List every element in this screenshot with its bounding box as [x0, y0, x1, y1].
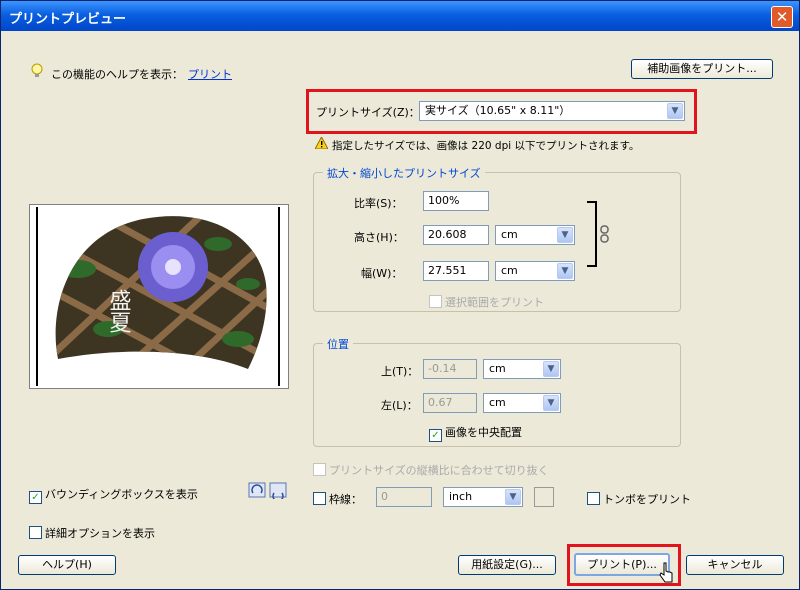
preview-image: 盛夏: [55, 216, 267, 369]
width-input[interactable]: 27.551: [423, 261, 489, 281]
cursor-icon: [659, 562, 673, 587]
chevron-down-icon[interactable]: ▼: [557, 263, 573, 279]
center-image-label: 画像を中央配置: [445, 426, 522, 439]
print-size-label: プリントサイズ(Z)：: [316, 106, 420, 119]
help-text: この機能のヘルプを表示：: [51, 68, 183, 81]
print-size-warning: 指定したサイズでは、画像は 220 dpi 以下でプリントされます。: [332, 140, 640, 152]
border-color-swatch[interactable]: [534, 487, 554, 507]
position-legend: 位置: [323, 336, 353, 352]
checkbox-box: [587, 492, 600, 505]
center-image-checkbox[interactable]: ✓ 画像を中央配置: [429, 424, 522, 442]
top-input[interactable]: -0.14: [423, 359, 477, 379]
window-title: プリントプレビュー: [9, 12, 127, 27]
chevron-down-icon[interactable]: ▼: [557, 227, 573, 243]
close-icon[interactable]: ✕: [771, 6, 793, 28]
scaled-size-legend: 拡大・縮小したプリントサイズ: [323, 165, 485, 181]
print-button[interactable]: プリント(P)...: [574, 553, 670, 576]
warning-icon: [314, 135, 329, 152]
bounding-box-checkbox[interactable]: ✓ バウンディングボックスを表示: [29, 486, 198, 504]
check-icon: ✓: [29, 491, 42, 504]
chevron-down-icon[interactable]: ▼: [505, 489, 521, 505]
lightbulb-icon: [31, 63, 43, 82]
border-width-input[interactable]: 0: [376, 487, 432, 507]
border-label: 枠線：: [329, 493, 362, 506]
height-input[interactable]: 20.608: [423, 225, 489, 245]
fit-crop-checkbox[interactable]: プリントサイズの縦横比に合わせて切り抜く: [313, 462, 549, 478]
crop-marks-checkbox[interactable]: トンボをプリント: [587, 491, 691, 507]
border-checkbox[interactable]: 枠線：: [313, 491, 362, 507]
scale-input[interactable]: 100%: [423, 191, 489, 211]
chain-link-icon[interactable]: [600, 225, 609, 246]
more-options-label: 詳細オプションを表示: [45, 527, 155, 540]
print-size-select[interactable]: 実サイズ（10.65" x 8.11"） ▼: [419, 101, 685, 121]
print-extra-images-button[interactable]: 補助画像をプリント...: [631, 59, 773, 79]
chevron-down-icon[interactable]: ▼: [667, 103, 683, 119]
width-unit-select[interactable]: cm ▼: [495, 261, 575, 281]
cancel-button[interactable]: キャンセル: [686, 555, 784, 575]
border-unit-select[interactable]: inch ▼: [443, 487, 523, 507]
top-unit-select[interactable]: cm ▼: [483, 359, 561, 379]
checkbox-box: [429, 295, 442, 308]
constrain-bracket: [587, 201, 597, 267]
bounding-line-right: [278, 207, 280, 386]
height-unit-value: cm: [501, 228, 518, 241]
chevron-down-icon[interactable]: ▼: [543, 361, 559, 377]
crop-marks-label: トンボをプリント: [603, 493, 691, 506]
left-input[interactable]: 0.67: [423, 393, 477, 413]
bounding-box-label: バウンディングボックスを表示: [45, 488, 198, 501]
print-size-value: 実サイズ（10.65" x 8.11"）: [425, 104, 571, 117]
preview-text: 盛夏: [106, 289, 132, 333]
rotate-icon[interactable]: [248, 481, 288, 502]
print-selection-label: 選択範囲をプリント: [445, 296, 544, 309]
height-label: 高さ(H)：: [354, 231, 404, 244]
help-link[interactable]: プリント: [188, 66, 232, 82]
top-unit-value: cm: [489, 362, 506, 375]
left-label: 左(L)：: [381, 399, 418, 412]
fit-crop-label: プリントサイズの縦横比に合わせて切り抜く: [329, 464, 549, 477]
border-unit-value: inch: [449, 490, 473, 503]
left-unit-select[interactable]: cm ▼: [483, 393, 561, 413]
left-unit-value: cm: [489, 396, 506, 409]
preview-pane[interactable]: 盛夏: [29, 204, 289, 389]
bounding-line-left: [36, 207, 38, 386]
checkbox-box: [29, 526, 42, 539]
height-unit-select[interactable]: cm ▼: [495, 225, 575, 245]
width-unit-value: cm: [501, 264, 518, 277]
more-options-checkbox[interactable]: 詳細オプションを表示: [29, 525, 155, 541]
top-label: 上(T)：: [381, 365, 419, 378]
title-bar[interactable]: プリントプレビュー ✕: [1, 1, 799, 31]
scale-label: 比率(S)：: [354, 197, 403, 210]
check-icon: ✓: [429, 429, 442, 442]
checkbox-box: [313, 463, 326, 476]
print-preview-window: プリントプレビュー ✕ この機能のヘルプを表示： プリント 補助画像をプリント.…: [0, 0, 800, 590]
chevron-down-icon[interactable]: ▼: [543, 395, 559, 411]
width-label: 幅(W)：: [361, 267, 403, 280]
print-selection-checkbox[interactable]: 選択範囲をプリント: [429, 294, 544, 310]
checkbox-box: [313, 492, 326, 505]
page-setup-button[interactable]: 用紙設定(G)...: [458, 555, 556, 575]
help-button[interactable]: ヘルプ(H): [18, 555, 116, 575]
